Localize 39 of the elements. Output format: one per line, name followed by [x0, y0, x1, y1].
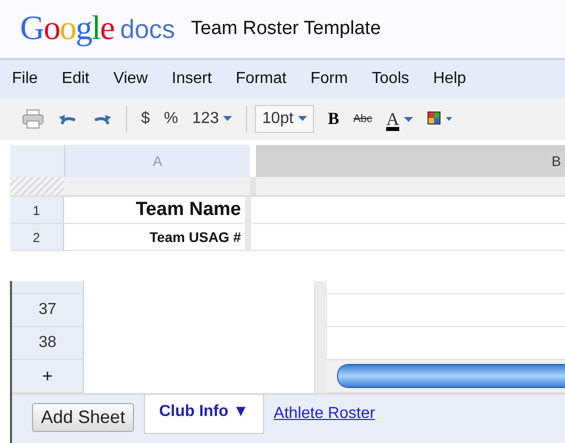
menu-item[interactable]: View [113, 70, 148, 88]
menu-item[interactable]: Insert [172, 70, 212, 88]
fill-color-icon[interactable] [426, 111, 455, 127]
column-header[interactable]: B [256, 145, 565, 177]
scrollbar-thumb[interactable] [337, 364, 565, 388]
print-icon[interactable] [22, 109, 44, 129]
menu-item[interactable]: Form [310, 70, 348, 88]
font-size-dropdown[interactable]: 10pt [255, 105, 314, 133]
sheet-tab[interactable]: Athlete Roster [274, 405, 376, 423]
document-title: Team Roster Template [191, 18, 381, 40]
bold-button[interactable]: B [328, 109, 340, 129]
redo-icon[interactable] [92, 112, 112, 126]
strikethrough-button[interactable]: Abc [353, 113, 372, 125]
caret-icon [404, 117, 413, 124]
add-sheet-button[interactable]: Add Sheet [32, 403, 134, 432]
format-button[interactable]: $ [141, 110, 150, 128]
product-name: docs [120, 14, 176, 44]
menu-item[interactable]: Tools [372, 70, 410, 88]
table-cell-text: Team USAG # [148, 228, 242, 247]
sheet-tab[interactable]: Club Info ▼ [144, 395, 264, 434]
caret-icon [298, 116, 307, 122]
menu-item[interactable]: Edit [62, 70, 90, 88]
row-number: 1 [10, 197, 64, 223]
undo-icon[interactable] [58, 112, 78, 126]
row-header [12, 281, 84, 293]
logo-text: Google [20, 10, 114, 48]
table-cell-text: Team Name [134, 198, 242, 222]
format-button[interactable]: % [164, 110, 178, 128]
caret-icon [223, 116, 232, 122]
text-color-button[interactable]: A [386, 108, 413, 130]
row-number: 2 [10, 224, 64, 250]
row-header: 37 [12, 294, 84, 326]
number-format-button[interactable]: 123 [192, 110, 232, 128]
menu-item[interactable]: File [12, 70, 38, 88]
add-row-button[interactable]: + [12, 360, 84, 392]
menu-item[interactable]: Format [236, 70, 286, 88]
scrollbar-track[interactable] [327, 360, 565, 392]
menu-item[interactable]: Help [433, 70, 466, 88]
row-header: 38 [12, 327, 84, 359]
